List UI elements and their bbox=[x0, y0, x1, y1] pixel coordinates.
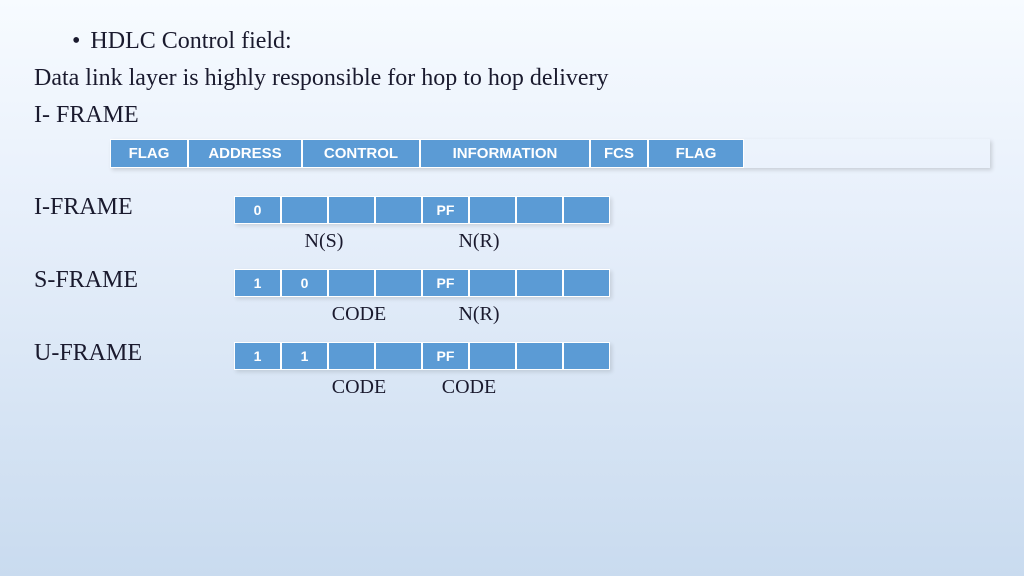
subtitle: Data link layer is highly responsible fo… bbox=[34, 65, 990, 92]
iframe-bit-7 bbox=[563, 196, 610, 224]
iframe-sublabels: N(S) N(R) bbox=[234, 230, 524, 253]
sframe-sub-code: CODE bbox=[314, 303, 404, 326]
uframe-bit-3 bbox=[375, 342, 422, 370]
header-control: CONTROL bbox=[302, 139, 420, 168]
uframe-bit-0: 1 bbox=[234, 342, 281, 370]
uframe-bit-5 bbox=[469, 342, 516, 370]
slide: HDLC Control field: Data link layer is h… bbox=[0, 0, 1024, 441]
iframe-bit-2 bbox=[328, 196, 375, 224]
sframe-bit-4: PF bbox=[422, 269, 469, 297]
header-flag: FLAG bbox=[110, 139, 188, 168]
sframe-bit-2 bbox=[328, 269, 375, 297]
iframe-bit-5 bbox=[469, 196, 516, 224]
uframe-sublabels: CODE CODE bbox=[234, 376, 514, 399]
header-address: ADDRESS bbox=[188, 139, 302, 168]
uframe-bits-wrap: 1 1 PF CODE CODE bbox=[234, 340, 610, 413]
sframe-bits-wrap: 1 0 PF CODE N(R) bbox=[234, 267, 610, 340]
iframe-bit-0: 0 bbox=[234, 196, 281, 224]
iframe-bits-wrap: 0 PF N(S) N(R) bbox=[234, 194, 610, 267]
iframe-bit-1 bbox=[281, 196, 328, 224]
sframe-sub-nr: N(R) bbox=[434, 303, 524, 326]
iframe-sub-ns: N(S) bbox=[279, 230, 369, 253]
header-fcs: FCS bbox=[590, 139, 648, 168]
iframe-sub-nr: N(R) bbox=[434, 230, 524, 253]
sframe-bit-1: 0 bbox=[281, 269, 328, 297]
uframe-label: U-FRAME bbox=[34, 340, 234, 367]
iframe-bit-6 bbox=[516, 196, 563, 224]
uframe-sub-code2: CODE bbox=[424, 376, 514, 399]
header-flag2: FLAG bbox=[648, 139, 744, 168]
sframe-bit-6 bbox=[516, 269, 563, 297]
sframe-row: S-FRAME 1 0 PF CODE N(R) bbox=[34, 267, 990, 340]
sframe-bits: 1 0 PF bbox=[234, 269, 610, 297]
sframe-bit-0: 1 bbox=[234, 269, 281, 297]
uframe-bit-7 bbox=[563, 342, 610, 370]
iframe-bit-4: PF bbox=[422, 196, 469, 224]
uframe-bits: 1 1 PF bbox=[234, 342, 610, 370]
sframe-bit-7 bbox=[563, 269, 610, 297]
uframe-row: U-FRAME 1 1 PF CODE CODE bbox=[34, 340, 990, 413]
sframe-bit-3 bbox=[375, 269, 422, 297]
uframe-bit-1: 1 bbox=[281, 342, 328, 370]
iframe-bit-3 bbox=[375, 196, 422, 224]
uframe-bit-6 bbox=[516, 342, 563, 370]
uframe-bit-2 bbox=[328, 342, 375, 370]
header-information: INFORMATION bbox=[420, 139, 590, 168]
iframe-bits: 0 PF bbox=[234, 196, 610, 224]
iframe-row: I-FRAME 0 PF N(S) N(R) bbox=[34, 194, 990, 267]
iframe-label: I-FRAME bbox=[34, 194, 234, 221]
sframe-bit-5 bbox=[469, 269, 516, 297]
sframe-label: S-FRAME bbox=[34, 267, 234, 294]
frame-header-row: FLAG ADDRESS CONTROL INFORMATION FCS FLA… bbox=[110, 139, 990, 168]
sframe-sublabels: CODE N(R) bbox=[234, 303, 524, 326]
uframe-bit-4: PF bbox=[422, 342, 469, 370]
title-bullet: HDLC Control field: bbox=[72, 28, 990, 55]
frame-heading: I- FRAME bbox=[34, 102, 990, 129]
uframe-sub-code1: CODE bbox=[314, 376, 404, 399]
